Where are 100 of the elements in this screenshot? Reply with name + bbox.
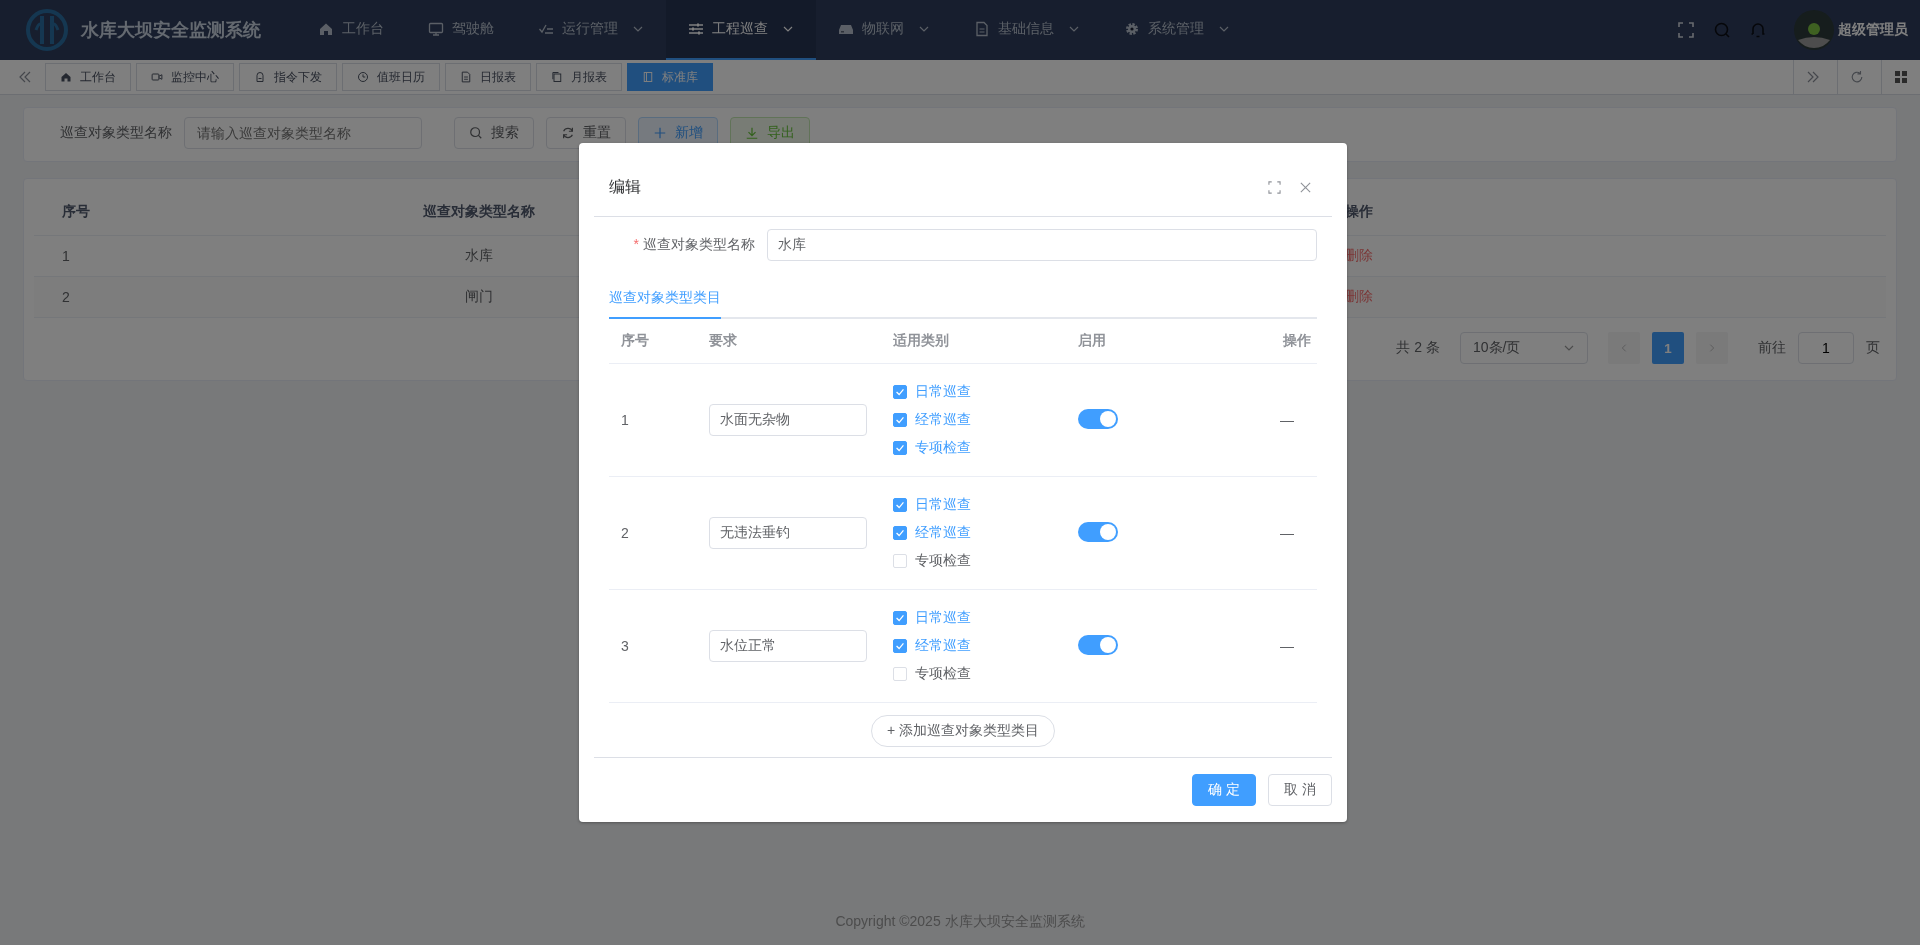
table-cell-text: — — [1279, 412, 1295, 428]
book-icon — [642, 71, 654, 83]
document-icon — [974, 21, 990, 37]
table-cell: 水库 — [465, 247, 493, 265]
nav-item[interactable]: 运行管理 — [516, 0, 666, 60]
page-number[interactable]: 1 — [1652, 332, 1684, 364]
category-checkbox[interactable]: 专项检查 — [893, 552, 971, 570]
enable-switch[interactable] — [1078, 408, 1118, 429]
required-mark: * — [633, 236, 639, 252]
checkbox-icon[interactable] — [893, 441, 907, 455]
table-cell-text: 1 — [61, 248, 70, 264]
category-checkbox[interactable]: 经常巡查 — [893, 637, 971, 655]
goto-label: 前往 — [1758, 339, 1786, 357]
checkmark-icon — [894, 499, 906, 511]
category-checkbox[interactable]: 经常巡查 — [893, 524, 971, 542]
nav-item[interactable]: 系统管理 — [1102, 0, 1252, 60]
camera-icon — [151, 71, 163, 83]
field-label: 巡查对象类型名称 — [643, 236, 755, 252]
search-field[interactable]: 请输入巡查对象类型名称 — [184, 117, 422, 149]
document-icon — [460, 71, 472, 83]
name-field[interactable]: 水库 — [767, 229, 1317, 261]
search-button[interactable]: 搜索 — [454, 117, 534, 149]
cancel-button[interactable]: 取 消 — [1268, 774, 1332, 806]
checkmark-icon — [894, 386, 906, 398]
dialog-title: 编辑 — [609, 177, 642, 197]
nav-item[interactable]: 物联网 — [816, 0, 952, 60]
badge-icon — [254, 71, 266, 83]
column-header: 适用类别 — [893, 332, 950, 350]
requirement-field[interactable]: 水面无杂物 — [709, 404, 867, 436]
checkmark-icon — [894, 612, 906, 624]
checkbox-icon[interactable] — [893, 498, 907, 512]
category-checkbox[interactable]: 专项检查 — [893, 665, 971, 683]
column-header: 操作 — [1282, 332, 1312, 350]
category-checkbox[interactable]: 日常巡查 — [893, 383, 971, 401]
nav-item[interactable]: 基础信息 — [952, 0, 1102, 60]
search-icon — [469, 126, 483, 140]
section-tab[interactable]: 巡查对象类型类目 — [609, 283, 721, 319]
monitor-icon — [428, 21, 444, 37]
page-tab[interactable]: 月报表 — [536, 63, 622, 91]
maximize-icon[interactable] — [1268, 181, 1281, 194]
page-tab[interactable]: 标准库 — [627, 63, 713, 91]
nav-item[interactable]: 驾驶舱 — [406, 0, 516, 60]
app-title: 水库大坝安全监测系统 — [81, 19, 261, 42]
nav-item[interactable]: 工程巡查 — [666, 0, 816, 60]
requirement-field[interactable]: 无违法垂钓 — [709, 517, 867, 549]
checkbox-icon[interactable] — [893, 385, 907, 399]
page-tab[interactable]: 监控中心 — [136, 63, 234, 91]
column-header: 操作 — [1344, 203, 1373, 221]
table-cell-text: — — [1279, 525, 1295, 541]
copy-icon — [551, 71, 563, 83]
nav-item[interactable]: 工作台 — [296, 0, 406, 60]
total-count: 共 2 条 — [1396, 339, 1440, 357]
checkmark-icon — [894, 527, 906, 539]
add-category-button[interactable]: + 添加巡查对象类型类目 — [870, 715, 1056, 747]
download-icon — [745, 126, 759, 140]
checkmark-icon — [894, 442, 906, 454]
enable-switch[interactable] — [1078, 521, 1118, 542]
sliders-icon — [688, 21, 704, 37]
category-checkbox[interactable]: 日常巡查 — [893, 609, 971, 627]
table-cell: 闸门 — [465, 288, 493, 306]
avatar-icon[interactable] — [1794, 10, 1834, 50]
refresh-icon — [561, 126, 575, 140]
page-tab[interactable]: 工作台 — [45, 63, 131, 91]
table-cell-text: 2 — [620, 525, 630, 541]
page-suffix: 页 — [1866, 339, 1880, 357]
logo-icon — [25, 8, 69, 52]
checkbox-icon[interactable] — [893, 526, 907, 540]
checkbox-icon[interactable] — [893, 639, 907, 653]
close-icon[interactable] — [1299, 181, 1312, 194]
checkmark-icon — [894, 640, 906, 652]
user-name[interactable]: 超级管理员 — [1838, 21, 1908, 39]
column-header: 序号 — [620, 332, 650, 350]
page-tab[interactable]: 指令下发 — [239, 63, 337, 91]
category-checkbox[interactable]: 日常巡查 — [893, 496, 971, 514]
reset-button[interactable]: 重置 — [546, 117, 626, 149]
page-size-select[interactable]: 10条/页 — [1460, 332, 1588, 364]
requirement-field[interactable]: 水位正常 — [709, 630, 867, 662]
table-cell-text: 1 — [620, 412, 630, 428]
enable-switch[interactable] — [1078, 634, 1118, 655]
gear-icon — [1124, 21, 1140, 37]
category-checkbox[interactable]: 专项检查 — [893, 439, 971, 457]
table-cell-text: 3 — [620, 638, 630, 654]
column-header: 启用 — [1078, 332, 1107, 350]
confirm-button[interactable]: 确 定 — [1192, 774, 1257, 806]
column-header: 序号 — [61, 203, 90, 221]
plus-icon — [653, 126, 667, 140]
category-checkbox[interactable]: 经常巡查 — [893, 411, 971, 429]
column-header: 要求 — [709, 332, 738, 350]
page-tab[interactable]: 值班日历 — [342, 63, 440, 91]
checkbox-icon[interactable] — [893, 413, 907, 427]
checkmark-icon — [894, 414, 906, 426]
clock-icon — [357, 71, 369, 83]
page-field[interactable]: 1 — [1798, 332, 1854, 364]
table-cell-text: 2 — [61, 289, 70, 305]
home-icon — [318, 21, 334, 37]
filter-label: 巡查对象类型名称 — [60, 124, 172, 142]
fullscreen-icon[interactable] — [1678, 22, 1694, 38]
checkbox-icon[interactable] — [893, 611, 907, 625]
page-tab[interactable]: 日报表 — [445, 63, 531, 91]
home-icon — [60, 71, 72, 83]
